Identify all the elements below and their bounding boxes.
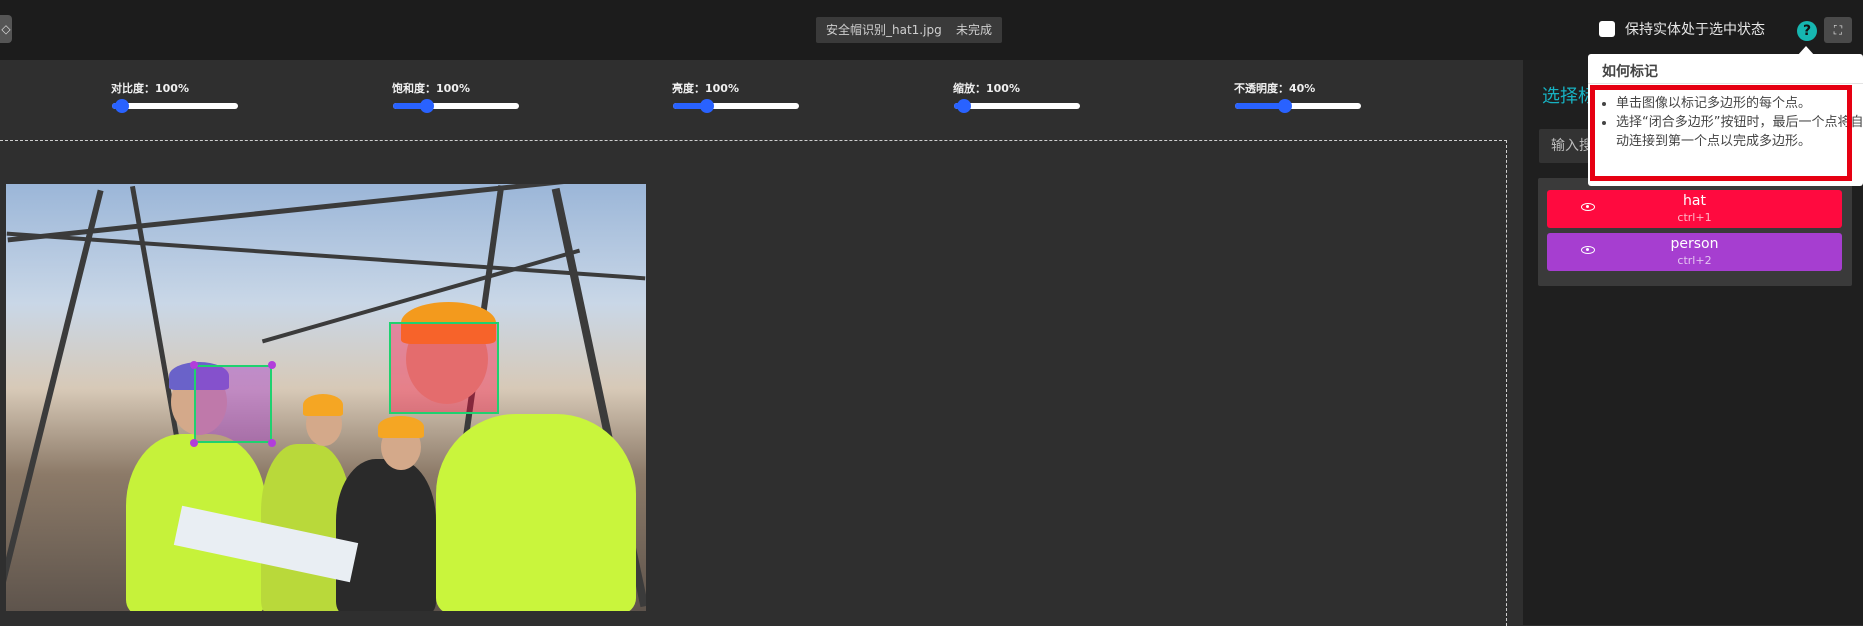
brightness-slider-thumb[interactable] — [700, 99, 715, 113]
label-item-person[interactable]: person ctrl+2 — [1547, 233, 1842, 271]
opacity-slider[interactable] — [1235, 99, 1361, 113]
zoom-slider-group: 缩放：100% — [953, 80, 1080, 113]
saturation-slider-thumb[interactable] — [420, 99, 435, 113]
opacity-slider-group: 不透明度：40% — [1234, 80, 1361, 113]
polygon-vertex-handle[interactable] — [268, 439, 276, 447]
contrast-slider[interactable] — [112, 99, 238, 113]
brightness-slider[interactable] — [673, 99, 799, 113]
help-icon[interactable]: ? — [1797, 21, 1817, 41]
brightness-slider-group: 亮度：100% — [672, 80, 799, 113]
label-list: hat ctrl+1 person ctrl+2 — [1538, 178, 1852, 286]
keep-selected-label: 保持实体处于选中状态 — [1625, 22, 1765, 38]
tooltip-title: 如何标记 — [1602, 64, 1658, 80]
label-shortcut: ctrl+2 — [1677, 254, 1712, 267]
zoom-label: 缩放：100% — [953, 82, 1020, 95]
filename-badge: 安全帽识别_hat1.jpg — [816, 17, 952, 43]
saturation-slider[interactable] — [393, 99, 519, 113]
status-badge: 未完成 — [946, 17, 1003, 43]
worker-shirt — [336, 459, 436, 611]
annotated-image[interactable] — [6, 184, 646, 611]
worker-helmet — [378, 416, 424, 438]
hat-bounding-box[interactable] — [389, 322, 499, 414]
label-name: person — [1670, 236, 1719, 252]
saturation-label: 饱和度：100% — [392, 82, 470, 95]
steel-beam — [6, 189, 104, 606]
tooltip-highlight-box — [1590, 85, 1852, 181]
saturation-slider-group: 饱和度：100% — [392, 80, 519, 113]
contrast-label: 对比度：100% — [111, 82, 189, 95]
polygon-vertex-handle[interactable] — [268, 361, 276, 369]
person-bounding-box[interactable] — [194, 365, 272, 443]
keep-selected-checkbox[interactable] — [1599, 21, 1615, 37]
toolbar-stub-button[interactable]: ◇ — [0, 15, 12, 43]
polygon-vertex-handle[interactable] — [190, 439, 198, 447]
worker-vest — [436, 414, 636, 611]
keep-selected-toggle[interactable]: 保持实体处于选中状态 — [1599, 18, 1765, 40]
contrast-slider-group: 对比度：100% — [111, 80, 238, 113]
contrast-slider-thumb[interactable] — [115, 99, 130, 113]
fullscreen-button[interactable]: ⛶ — [1824, 17, 1852, 43]
zoom-slider[interactable] — [954, 99, 1080, 113]
opacity-label: 不透明度：40% — [1234, 82, 1316, 95]
polygon-vertex-handle[interactable] — [190, 361, 198, 369]
label-name: hat — [1683, 193, 1706, 209]
label-shortcut: ctrl+1 — [1677, 211, 1712, 224]
label-item-hat[interactable]: hat ctrl+1 — [1547, 190, 1842, 228]
worker-helmet — [303, 394, 343, 416]
top-bar: ◇ 安全帽识别_hat1.jpg 未完成 保持实体处于选中状态 ? ⛶ — [0, 0, 1863, 60]
zoom-slider-thumb[interactable] — [957, 99, 972, 113]
brightness-label: 亮度：100% — [672, 82, 739, 95]
